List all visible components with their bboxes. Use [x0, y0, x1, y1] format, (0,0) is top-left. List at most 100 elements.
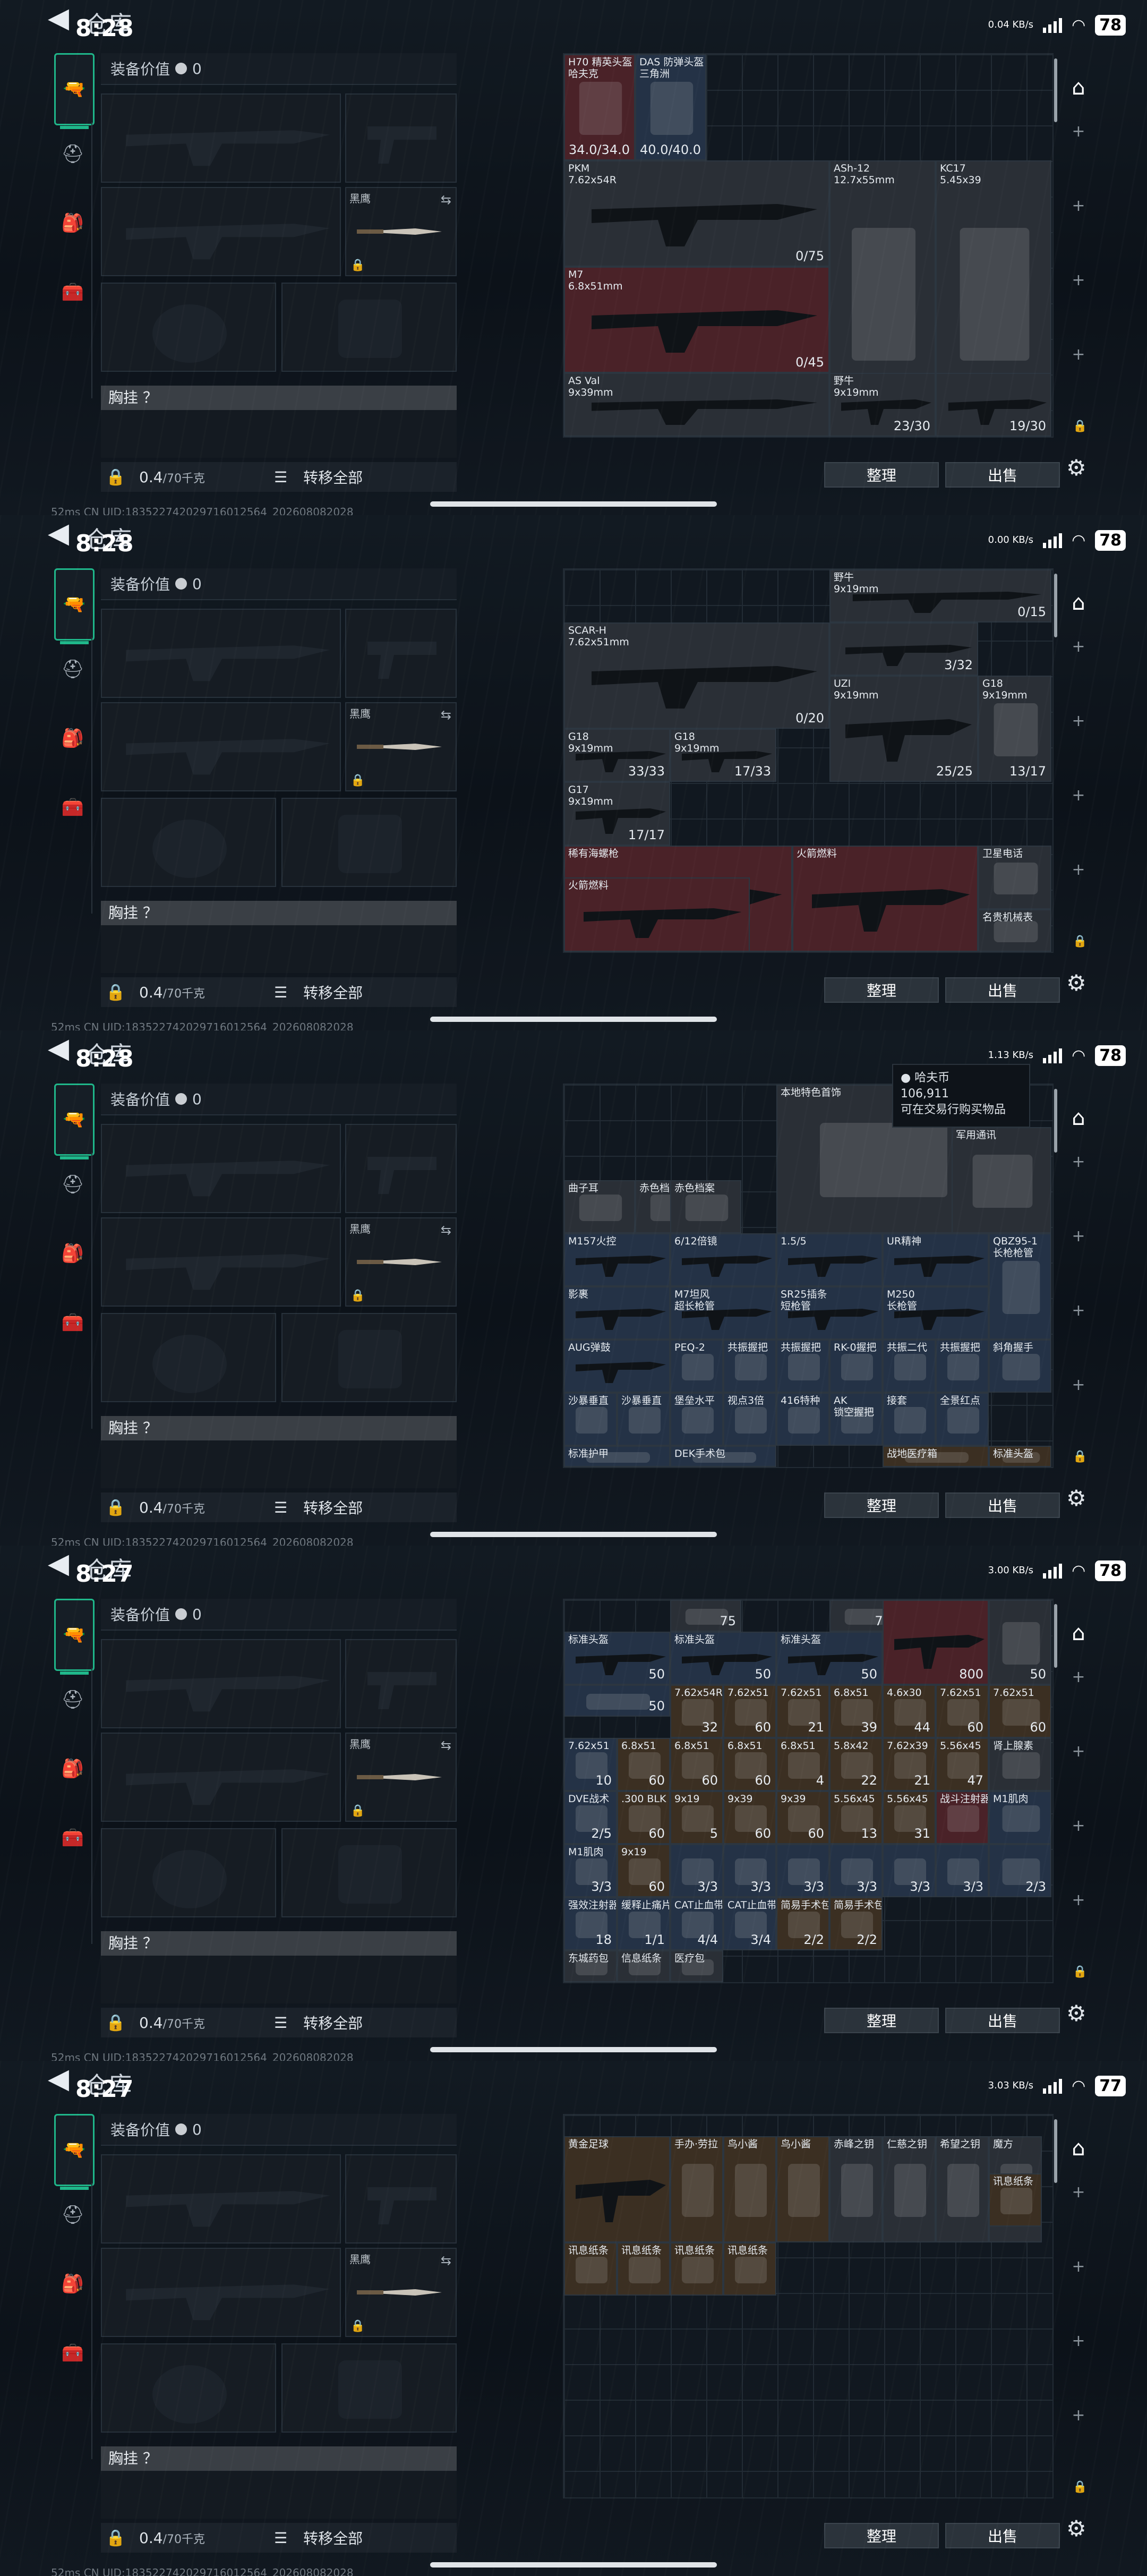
pistol-slot[interactable] — [345, 93, 457, 183]
stash-item[interactable]: H70 精英头盔 哈夫克 34.0/34.0 — [564, 54, 635, 160]
stash-item[interactable]: M7 6.8x51mm 0/45 — [564, 267, 829, 373]
chest-rig-slot[interactable] — [101, 925, 457, 973]
stash-item[interactable]: 3/3 — [776, 1844, 829, 1897]
helmet-slot[interactable] — [101, 283, 276, 372]
stash-item[interactable]: 7.62x51 60 — [936, 1685, 989, 1738]
toolbox-tab-icon[interactable]: 🧰 — [54, 260, 91, 324]
primary-weapon-slot[interactable] — [101, 609, 341, 698]
stash-item[interactable]: 军用通讯 — [952, 1127, 1051, 1233]
stash-item[interactable]: 7.62x51 60 — [989, 1685, 1051, 1738]
stash-item[interactable]: RK-0握把 — [829, 1340, 883, 1393]
stash-item[interactable]: 6/12倍镜 — [670, 1233, 776, 1286]
swap-icon[interactable]: ⇆ — [441, 2253, 451, 2268]
back-arrow-icon[interactable]: ◀ — [48, 1550, 69, 1577]
stash-item[interactable]: AK 锁空握把 — [829, 1393, 883, 1446]
stash-item[interactable]: 赤色档案 — [670, 1180, 741, 1233]
stash-item[interactable]: SR25插条 短枪管 — [776, 1286, 883, 1340]
weapons-tab-icon[interactable]: 🔫 — [54, 568, 95, 644]
stash-item[interactable]: 800 — [883, 1600, 989, 1685]
stash-item[interactable]: PEQ-2 — [670, 1340, 723, 1393]
toolbox-tab-icon[interactable]: 🧰 — [54, 775, 91, 839]
backpack-tab-icon[interactable]: 🎒 — [54, 1222, 91, 1285]
lock-icon[interactable]: 🔒 — [1073, 935, 1087, 948]
stash-item[interactable]: 7.62x51 10 — [564, 1738, 617, 1791]
stash-item[interactable]: 1.5/5 — [776, 1233, 883, 1286]
stash-item[interactable]: 讯息纸条 — [564, 2242, 617, 2296]
primary-weapon-slot[interactable] — [101, 1639, 341, 1728]
stash-item[interactable]: 6.8x51 39 — [829, 1685, 883, 1738]
melee-slot[interactable]: 黑鹰 ⇆ 🔒 — [345, 702, 457, 791]
stash-item[interactable]: 火箭燃料 — [792, 846, 978, 952]
stash-item[interactable]: 影裹 — [564, 1286, 670, 1340]
stash-item[interactable]: 标准头盔 — [989, 1446, 1051, 1467]
stash-item[interactable]: 4.6x30 44 — [883, 1685, 936, 1738]
weapons-tab-icon[interactable]: 🔫 — [54, 53, 95, 129]
stash-item[interactable]: M1肌肉 3/3 — [564, 1844, 617, 1897]
sort-button[interactable]: 整理 — [824, 2008, 939, 2033]
transfer-all-button[interactable]: 转移全部 — [303, 2527, 363, 2548]
add-page-icon[interactable]: + — [1060, 1668, 1097, 1686]
list-icon[interactable]: ☰ — [274, 984, 287, 1001]
settings-gear-icon[interactable]: ⚙ — [1066, 970, 1086, 996]
stash-item[interactable]: 讯息纸条 — [670, 2242, 723, 2296]
stash-item[interactable]: 简易手术包 2/2 — [829, 1897, 883, 1950]
home-indicator[interactable] — [430, 1017, 717, 1022]
stash-item[interactable]: 名贵机械表 — [978, 909, 1051, 952]
stash-item[interactable]: 东城药包 — [564, 1950, 617, 1982]
lock-icon[interactable]: 🔒 — [101, 983, 131, 1002]
armor-slot[interactable] — [281, 283, 457, 372]
backpack-tab-icon[interactable]: 🎒 — [54, 706, 91, 770]
vault-icon[interactable]: ⌂ — [1060, 1099, 1097, 1137]
list-icon[interactable]: ☰ — [274, 2014, 287, 2032]
stash-item[interactable]: 强效注射器 18 — [564, 1897, 617, 1950]
home-indicator[interactable] — [430, 501, 717, 507]
armor-slot[interactable] — [281, 1313, 457, 1402]
stash-item[interactable]: 9x39 60 — [723, 1791, 776, 1844]
chest-rig-label[interactable]: 胸挂 ？ — [101, 386, 457, 410]
stash-item[interactable]: G18 9x19mm 17/33 — [670, 729, 776, 782]
transfer-all-button[interactable]: 转移全部 — [303, 466, 363, 488]
lock-icon[interactable]: 🔒 — [101, 468, 131, 487]
pistol-slot[interactable] — [345, 609, 457, 698]
stash-scrollbar[interactable] — [1054, 574, 1057, 637]
chest-rig-label[interactable]: 胸挂 ？ — [101, 2446, 457, 2471]
stash-item[interactable]: 标准护甲 — [564, 1446, 670, 1467]
stash-item[interactable]: CAT止血带 4/4 — [670, 1897, 723, 1950]
stash-item[interactable]: 信息纸条 — [617, 1950, 670, 1982]
stash-item[interactable]: 斜角握手 — [989, 1340, 1051, 1393]
stash-item[interactable]: 鸟小酱 — [723, 2136, 776, 2242]
secondary-weapon-slot[interactable] — [101, 187, 341, 276]
stash-scrollbar[interactable] — [1054, 58, 1057, 122]
add-page-icon[interactable]: + — [1060, 2406, 1097, 2425]
stash-item[interactable]: 7.62x51 21 — [776, 1685, 829, 1738]
stash-item[interactable]: 堡垒水平 — [670, 1393, 723, 1446]
vault-icon[interactable]: ⌂ — [1060, 584, 1097, 621]
stash-item[interactable]: UR精神 — [883, 1233, 989, 1286]
stash-item[interactable]: 9x39 60 — [776, 1791, 829, 1844]
stash-item[interactable]: 讯息纸条 — [723, 2242, 776, 2296]
backpack-tab-icon[interactable]: 🎒 — [54, 1737, 91, 1801]
stash-scrollbar[interactable] — [1054, 1089, 1057, 1153]
back-arrow-icon[interactable]: ◀ — [48, 519, 69, 547]
helmet-slot[interactable] — [101, 1828, 276, 1917]
pistol-slot[interactable] — [345, 2154, 457, 2244]
stash-item[interactable]: QBZ95-1 长枪枪管 — [989, 1233, 1051, 1340]
stash-item[interactable]: 缓释止痛片 1/1 — [617, 1897, 670, 1950]
stash-item[interactable]: 5.56x45 47 — [936, 1738, 989, 1791]
stash-item[interactable]: 卫星电话 — [978, 846, 1051, 909]
stash-item[interactable]: DVE战术 2/5 — [564, 1791, 617, 1844]
stash-item[interactable]: 9x19 5 — [670, 1791, 723, 1844]
stash-item[interactable]: 野牛 9x19mm 0/15 — [829, 569, 1051, 622]
chest-rig-slot[interactable] — [101, 410, 457, 458]
stash-item[interactable]: 3/3 — [936, 1844, 989, 1897]
add-page-icon[interactable]: + — [1060, 1376, 1097, 1394]
toolbox-tab-icon[interactable]: 🧰 — [54, 1291, 91, 1354]
stash-item[interactable]: 7.62x54R 32 — [670, 1685, 723, 1738]
add-page-icon[interactable]: + — [1060, 786, 1097, 805]
helmet-tab-icon[interactable]: ⛑ — [54, 1668, 91, 1731]
secondary-weapon-slot[interactable] — [101, 702, 341, 791]
sort-button[interactable]: 整理 — [824, 977, 939, 1003]
home-indicator[interactable] — [430, 1532, 717, 1537]
stash-item[interactable]: 5.56x45 13 — [829, 1791, 883, 1844]
stash-scrollbar[interactable] — [1054, 1604, 1057, 1668]
